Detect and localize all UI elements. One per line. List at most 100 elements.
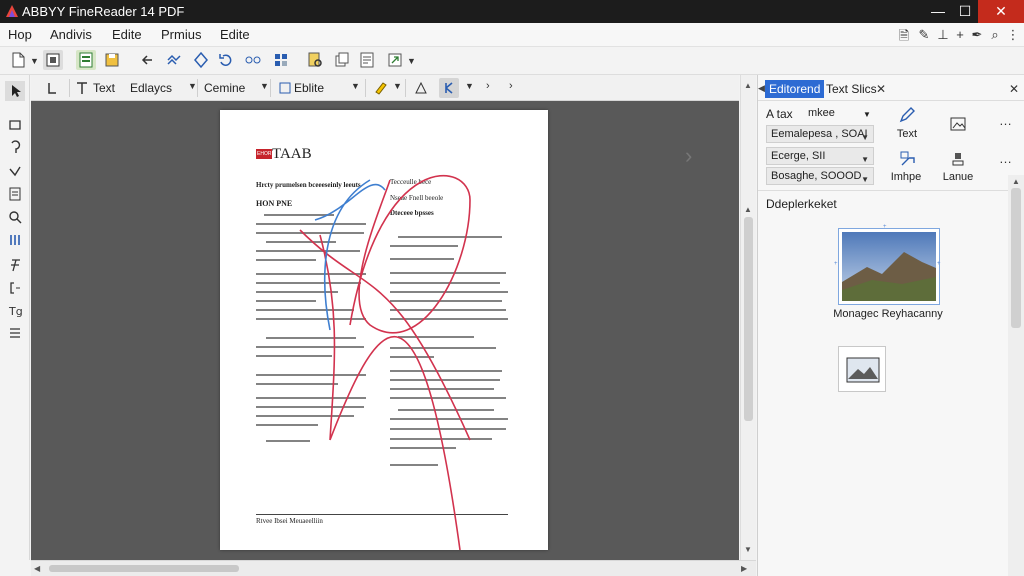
font-family-select[interactable]: Edlaycs <box>130 81 172 95</box>
strike-tool-icon[interactable] <box>5 255 25 275</box>
scroll-up-icon[interactable]: ▲ <box>744 81 752 90</box>
document-page[interactable]: EHOR TAAB Hrcty prumelsen bceeeseinly le… <box>220 110 548 550</box>
compare-icon[interactable] <box>191 50 211 70</box>
panel-close-icon[interactable]: ✕ <box>1009 82 1019 96</box>
recognize-icon[interactable] <box>164 50 184 70</box>
next-page-chevron-icon[interactable]: › <box>685 143 692 169</box>
document-vertical-scrollbar[interactable]: ▲ ▲ ▼ <box>740 75 756 560</box>
export-icon[interactable] <box>385 50 405 70</box>
open-document-icon[interactable] <box>43 50 63 70</box>
save-icon[interactable] <box>102 50 122 70</box>
zoom-tool-icon[interactable] <box>5 207 25 227</box>
text-format-tool-icon[interactable]: Tg <box>5 301 25 321</box>
tab-editor[interactable]: Editorend <box>765 80 825 98</box>
main-toolbar: ▼ ▼ <box>0 47 1024 75</box>
text-cursor-icon[interactable] <box>45 79 61 97</box>
select-tool-icon[interactable] <box>5 81 25 101</box>
font-select[interactable]: mkee <box>808 107 835 119</box>
close-button[interactable]: ✕ <box>978 0 1024 23</box>
panel-collapse-icon[interactable]: ◀ <box>758 83 765 94</box>
text-area-tool-icon[interactable] <box>5 184 25 204</box>
font-size-select[interactable]: Eblite <box>294 81 324 95</box>
image-button-label[interactable]: Imhpe <box>888 171 924 183</box>
selected-image-thumbnail[interactable] <box>838 228 940 305</box>
document-horizontal-scrollbar[interactable]: ◀ ▶ <box>31 560 756 576</box>
window-title: ABBYY FineReader 14 PDF <box>22 4 185 19</box>
export-dropdown-chevron-icon[interactable]: ▼ <box>407 56 416 66</box>
document-icon[interactable]: 🗎 <box>897 27 911 43</box>
more-options-icon-2[interactable]: … <box>999 151 1012 166</box>
horizontal-scroll-thumb[interactable] <box>49 565 239 572</box>
image-tool-icon[interactable] <box>899 150 917 168</box>
scan-icon[interactable] <box>76 50 96 70</box>
connect-icon[interactable] <box>243 50 263 70</box>
undo-icon[interactable] <box>138 50 158 70</box>
freehand-annotation[interactable] <box>220 110 548 550</box>
list-tool-icon[interactable] <box>5 323 25 343</box>
pen-icon[interactable]: ✒ <box>970 27 984 43</box>
scroll-right-icon[interactable]: ▶ <box>741 564 747 573</box>
text-pen-icon[interactable] <box>898 106 916 124</box>
tab-text-styles[interactable]: Text Slics <box>822 80 881 98</box>
menu-item-file[interactable]: Hop <box>8 27 32 42</box>
font-style-select[interactable]: Cemine <box>204 81 245 95</box>
font-select-chevron-icon[interactable]: ▼ <box>863 110 871 119</box>
tab-close-icon[interactable]: ✕ <box>876 82 886 96</box>
hook-tool-icon[interactable] <box>5 138 25 158</box>
scroll-down-icon[interactable]: ▼ <box>744 545 752 554</box>
font-size-chevron-icon[interactable]: ▼ <box>351 81 360 91</box>
background-style-select[interactable]: Bosaghe, SOOOD ▼ <box>766 167 874 185</box>
remove-image-icon[interactable] <box>949 150 967 168</box>
highlight-icon[interactable] <box>373 80 389 96</box>
scroll-up-icon-2[interactable]: ▲ <box>744 205 752 214</box>
menu-item-view[interactable]: Edite <box>112 27 142 42</box>
link-icon[interactable] <box>279 81 291 95</box>
triangle-icon[interactable] <box>414 81 428 95</box>
remove-button-label[interactable]: Lanue <box>942 171 974 183</box>
bold-toggle[interactable] <box>439 78 459 98</box>
menu-item-help[interactable]: Edite <box>220 27 250 42</box>
more-chevron-icon[interactable]: › <box>486 80 490 92</box>
edit-toolbar: Text Edlaycs ▼ Cemine ▼ Eblite ▼ ▼ ▼ › › <box>31 75 739 101</box>
menu-item-tools[interactable]: Prmius <box>161 27 201 42</box>
edit-icon[interactable]: ✎ <box>917 27 931 43</box>
scroll-left-icon[interactable]: ◀ <box>34 564 40 573</box>
font-size-style-select[interactable]: Ecerge, SII ▼ <box>766 147 874 165</box>
copy-icon[interactable] <box>332 50 352 70</box>
panel-scroll-up-icon[interactable]: ▲ <box>1012 177 1020 186</box>
resize-handle-top[interactable]: + <box>883 224 887 230</box>
more-icon[interactable]: ⋮ <box>1006 27 1020 43</box>
format-chevron-icon[interactable]: ▼ <box>465 81 474 91</box>
new-dropdown-chevron-icon[interactable]: ▼ <box>30 56 39 66</box>
text-tool-icon[interactable] <box>75 80 89 96</box>
panel-vertical-scrollbar[interactable]: ▲ <box>1008 175 1024 576</box>
bracket-tool-icon[interactable] <box>5 278 25 298</box>
search-document-icon[interactable] <box>305 50 325 70</box>
lasso-tool-icon[interactable] <box>5 115 25 135</box>
search-icon[interactable]: ⌕ <box>988 27 1002 43</box>
highlight-chevron-icon[interactable]: ▼ <box>393 81 402 91</box>
vertical-scroll-thumb[interactable] <box>744 217 753 421</box>
text-button-label[interactable]: Text <box>894 128 920 140</box>
replace-image-button[interactable] <box>838 346 886 392</box>
panel-scroll-thumb[interactable] <box>1011 188 1021 328</box>
resize-handle-left[interactable]: + <box>834 261 838 267</box>
page-icon[interactable] <box>357 50 377 70</box>
grid-icon[interactable] <box>271 50 291 70</box>
menu-item-edit[interactable]: Andivis <box>50 27 92 42</box>
text-tool-label[interactable]: Text <box>93 81 115 95</box>
new-document-icon[interactable] <box>8 50 28 70</box>
font-family-chevron-icon[interactable]: ▼ <box>188 81 197 91</box>
more-options-icon[interactable]: … <box>999 113 1012 128</box>
resize-handle-right[interactable]: + <box>937 261 941 267</box>
rotate-icon[interactable] <box>216 50 236 70</box>
check-tool-icon[interactable] <box>5 161 25 181</box>
font-style-chevron-icon[interactable]: ▼ <box>260 81 269 91</box>
columns-tool-icon[interactable] <box>5 230 25 250</box>
paragraph-style-select[interactable]: Eemalepesa , SOAI ▼ <box>766 125 874 143</box>
pin-icon[interactable]: ⊥ <box>936 27 950 43</box>
plus-icon[interactable]: + <box>953 27 967 43</box>
picture-icon[interactable] <box>949 115 967 133</box>
overflow-chevron-icon[interactable]: › <box>509 80 513 92</box>
svg-text:Tg: Tg <box>8 305 23 318</box>
